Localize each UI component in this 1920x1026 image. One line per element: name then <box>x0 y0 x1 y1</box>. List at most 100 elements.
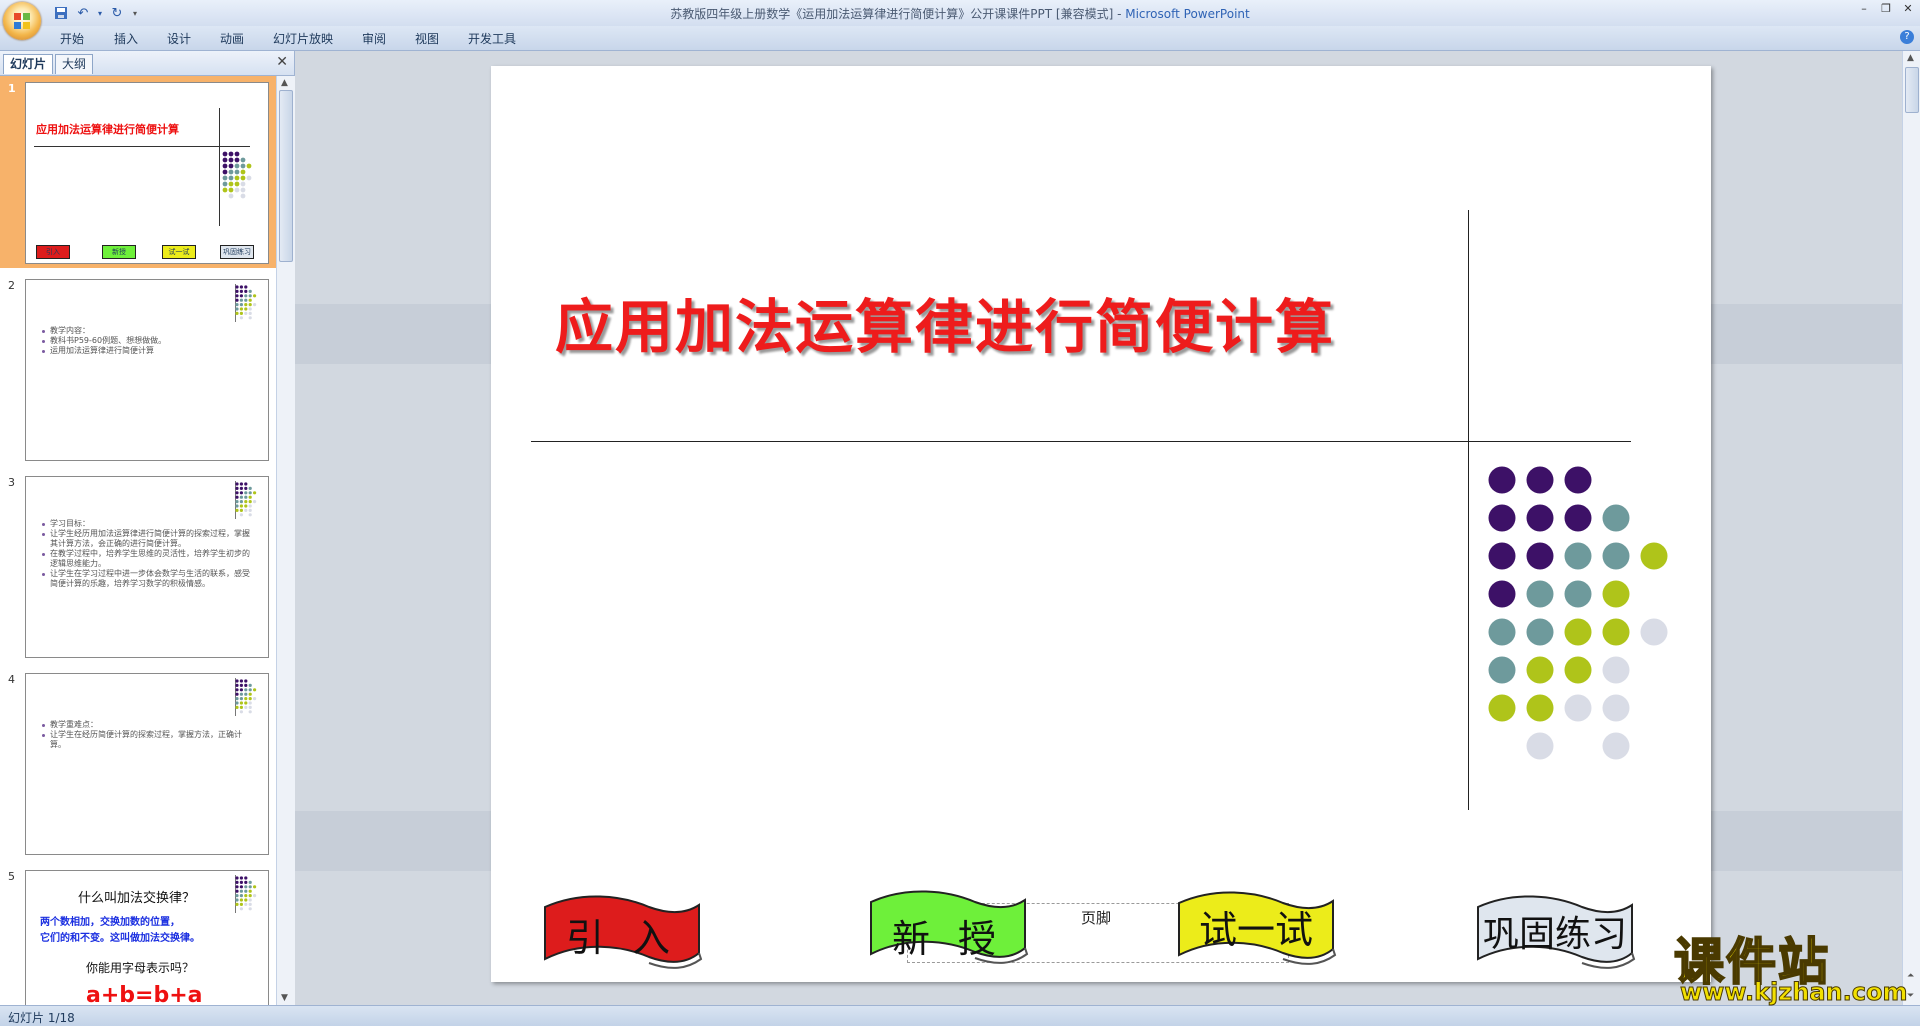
thumbnail-dots <box>235 285 257 320</box>
restore-icon[interactable]: ❐ <box>1878 2 1894 16</box>
decorative-dot <box>1488 618 1516 646</box>
tab-slides[interactable]: 幻灯片 <box>3 54 54 74</box>
decorative-dot <box>248 880 252 884</box>
decorative-dot <box>248 701 252 705</box>
decorative-dot <box>1564 580 1592 608</box>
tab-home[interactable]: 开始 <box>60 30 84 47</box>
slide-scrollbar[interactable]: ▲ ⏶ ⏷ <box>1902 51 1920 1005</box>
tab-animations[interactable]: 动画 <box>220 30 244 47</box>
decorative-dot <box>248 508 252 512</box>
decorative-dot <box>239 697 243 701</box>
decorative-dot <box>253 688 257 692</box>
decorative-dot <box>235 508 239 512</box>
help-icon[interactable]: ? <box>1900 30 1914 44</box>
decorative-dot <box>244 701 248 705</box>
scrollbar-thumb[interactable] <box>1905 67 1919 113</box>
decorative-dot <box>244 902 248 906</box>
thumbnail-dots <box>235 679 257 714</box>
office-button[interactable] <box>3 2 41 40</box>
decorative-dot <box>1526 618 1554 646</box>
bullet: 学习目标： <box>42 519 256 529</box>
decorative-dot <box>244 504 248 508</box>
decorative-dot <box>235 482 239 486</box>
tab-slideshow[interactable]: 幻灯片放映 <box>273 30 333 47</box>
thumbnail-slide-3[interactable]: 3 学习目标： 让学生经历用加法运算律进行简便计算的探索过程，掌握其计算方法，会… <box>0 470 276 662</box>
thumbnails-scrollbar[interactable]: ▲ ▼ <box>276 76 295 1005</box>
decorative-dot <box>244 307 248 311</box>
decorative-dot <box>235 688 239 692</box>
new-lesson-button[interactable]: 新 授 <box>867 888 1029 968</box>
thumbnail-btn-new: 新授 <box>102 245 136 259</box>
decorative-dot <box>248 491 252 495</box>
scroll-up-icon[interactable]: ▲ <box>1907 53 1914 63</box>
decorative-dot <box>1602 732 1630 760</box>
decorative-dot <box>246 163 252 169</box>
slide-canvas[interactable]: 应用加法运算律进行简便计算 页脚 引 入 新 授 试一试 巩固练习 <box>491 66 1711 982</box>
decorative-dot <box>235 289 239 293</box>
tab-developer[interactable]: 开发工具 <box>468 30 516 47</box>
status-bar: 幻灯片 1/18 <box>0 1005 1920 1026</box>
decorative-dot <box>248 697 252 701</box>
thumbnail-heading: 什么叫加法交换律？ <box>78 891 196 906</box>
thumbnail-number: 4 <box>8 673 15 686</box>
decorative-dot <box>228 187 234 193</box>
scroll-down-icon[interactable]: ▼ <box>281 993 288 1003</box>
decorative-dot <box>248 710 252 714</box>
decorative-dot <box>235 885 239 889</box>
thumbnail-bullets: 教学内容： 教科书P59-60例题、想想做做。 运用加法运算律进行简便计算 <box>42 326 256 356</box>
scroll-up-icon[interactable]: ▲ <box>281 78 288 88</box>
decorative-dot <box>235 705 239 709</box>
decorative-dot <box>248 902 252 906</box>
decorative-dot <box>244 298 248 302</box>
decorative-dot <box>228 169 234 175</box>
decorative-dot <box>239 885 243 889</box>
close-icon[interactable]: ✕ <box>1900 2 1916 16</box>
thumbnail-slide-1[interactable]: 1 应用加法运算律进行简便计算 引入 新授 试一试 巩固练习 <box>0 76 276 268</box>
decorative-dot <box>239 710 243 714</box>
thumbnail-slide-5[interactable]: 5 什么叫加法交换律？ 两个数相加，交换加数的位置， 它们的和不变。这叫做加法交… <box>0 864 276 1005</box>
decorative-dot <box>248 294 252 298</box>
tab-outline[interactable]: 大纲 <box>55 54 94 74</box>
tab-design[interactable]: 设计 <box>167 30 191 47</box>
decorative-dot <box>239 880 243 884</box>
decorative-dot <box>244 889 248 893</box>
decorative-dot <box>222 151 228 157</box>
decorative-dot <box>248 898 252 902</box>
close-pane-icon[interactable]: ✕ <box>276 54 288 70</box>
tab-insert[interactable]: 插入 <box>114 30 138 47</box>
thumbnail-slide-4[interactable]: 4 教学重难点： 让学生在经历简便计算的探索过程，掌握方法，正确计算。 <box>0 667 276 859</box>
tab-view[interactable]: 视图 <box>415 30 439 47</box>
decorative-dot <box>239 500 243 504</box>
decorative-dot <box>239 683 243 687</box>
bullet: 教学内容： <box>42 326 256 336</box>
decorative-dot <box>253 303 257 307</box>
practice-button[interactable]: 巩固练习 <box>1474 893 1636 973</box>
decorative-dot <box>240 157 246 163</box>
decorative-dot <box>1488 656 1516 684</box>
decorative-dot <box>248 311 252 315</box>
thumbnail-dots <box>235 876 257 911</box>
decorative-dot <box>1564 504 1592 532</box>
thumbnail-body-line: 两个数相加，交换加数的位置， <box>40 917 180 928</box>
decorative-dot <box>235 491 239 495</box>
decorative-dot <box>234 151 240 157</box>
thumbnail-btn-try: 试一试 <box>162 245 196 259</box>
bullet: 教学重难点： <box>42 720 256 730</box>
slide-counter: 幻灯片 1/18 <box>8 1011 75 1025</box>
tab-review[interactable]: 审阅 <box>362 30 386 47</box>
intro-button[interactable]: 引 入 <box>541 893 703 973</box>
decorative-dot <box>239 894 243 898</box>
decorative-dot <box>244 688 248 692</box>
try-it-button[interactable]: 试一试 <box>1175 889 1337 969</box>
decorative-dot <box>1602 694 1630 722</box>
decorative-dot <box>235 285 239 289</box>
previous-slide-icon[interactable]: ⏶ <box>1907 971 1914 981</box>
slides-pane: 幻灯片 大纲 ✕ 1 应用加法运算律进行简便计算 引入 新授 试一试 巩固练习 … <box>0 51 295 1005</box>
scrollbar-thumb[interactable] <box>279 90 293 262</box>
next-slide-icon[interactable]: ⏷ <box>1907 991 1914 1001</box>
thumbnail-canvas: 学习目标： 让学生经历用加法运算律进行简便计算的探索过程，掌握其计算方法，会正确… <box>25 476 269 658</box>
thumbnail-slide-2[interactable]: 2 教学内容： 教科书P59-60例题、想想做做。 运用加法运算律进行简便计算 <box>0 273 276 465</box>
decorative-dot <box>235 889 239 893</box>
minimize-icon[interactable]: – <box>1856 2 1872 16</box>
decorative-dot <box>228 157 234 163</box>
